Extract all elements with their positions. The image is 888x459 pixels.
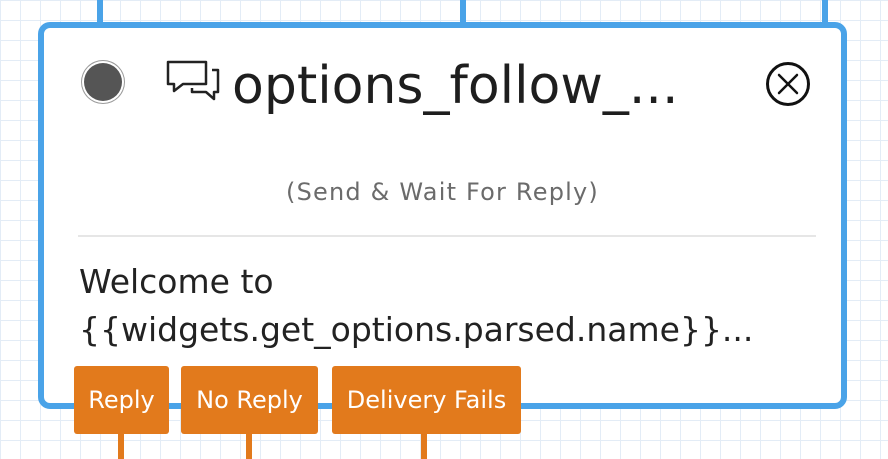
branch-connector-line (118, 432, 124, 459)
status-dot-icon (84, 63, 122, 101)
message-body-line: Welcome to (79, 262, 274, 301)
node-title: options_follow_... (232, 56, 679, 116)
branch-no-reply[interactable]: No Reply (181, 366, 318, 434)
divider (78, 235, 816, 237)
chat-bubbles-icon (166, 60, 220, 101)
branch-delivery-fails[interactable]: Delivery Fails (332, 366, 521, 434)
branch-connector-line (421, 432, 427, 459)
branch-connector-line (246, 432, 252, 459)
message-body-preview: Welcome to {{widgets.get_options.parsed.… (79, 258, 819, 354)
widget-type-label: (Send & Wait For Reply) (286, 178, 599, 206)
branch-reply[interactable]: Reply (74, 366, 169, 434)
close-icon[interactable] (766, 62, 810, 106)
send-and-wait-widget-node[interactable]: options_follow_... (Send & Wait For Repl… (38, 22, 847, 409)
message-body-line: {{widgets.get_options.parsed.name}}... (79, 310, 754, 349)
